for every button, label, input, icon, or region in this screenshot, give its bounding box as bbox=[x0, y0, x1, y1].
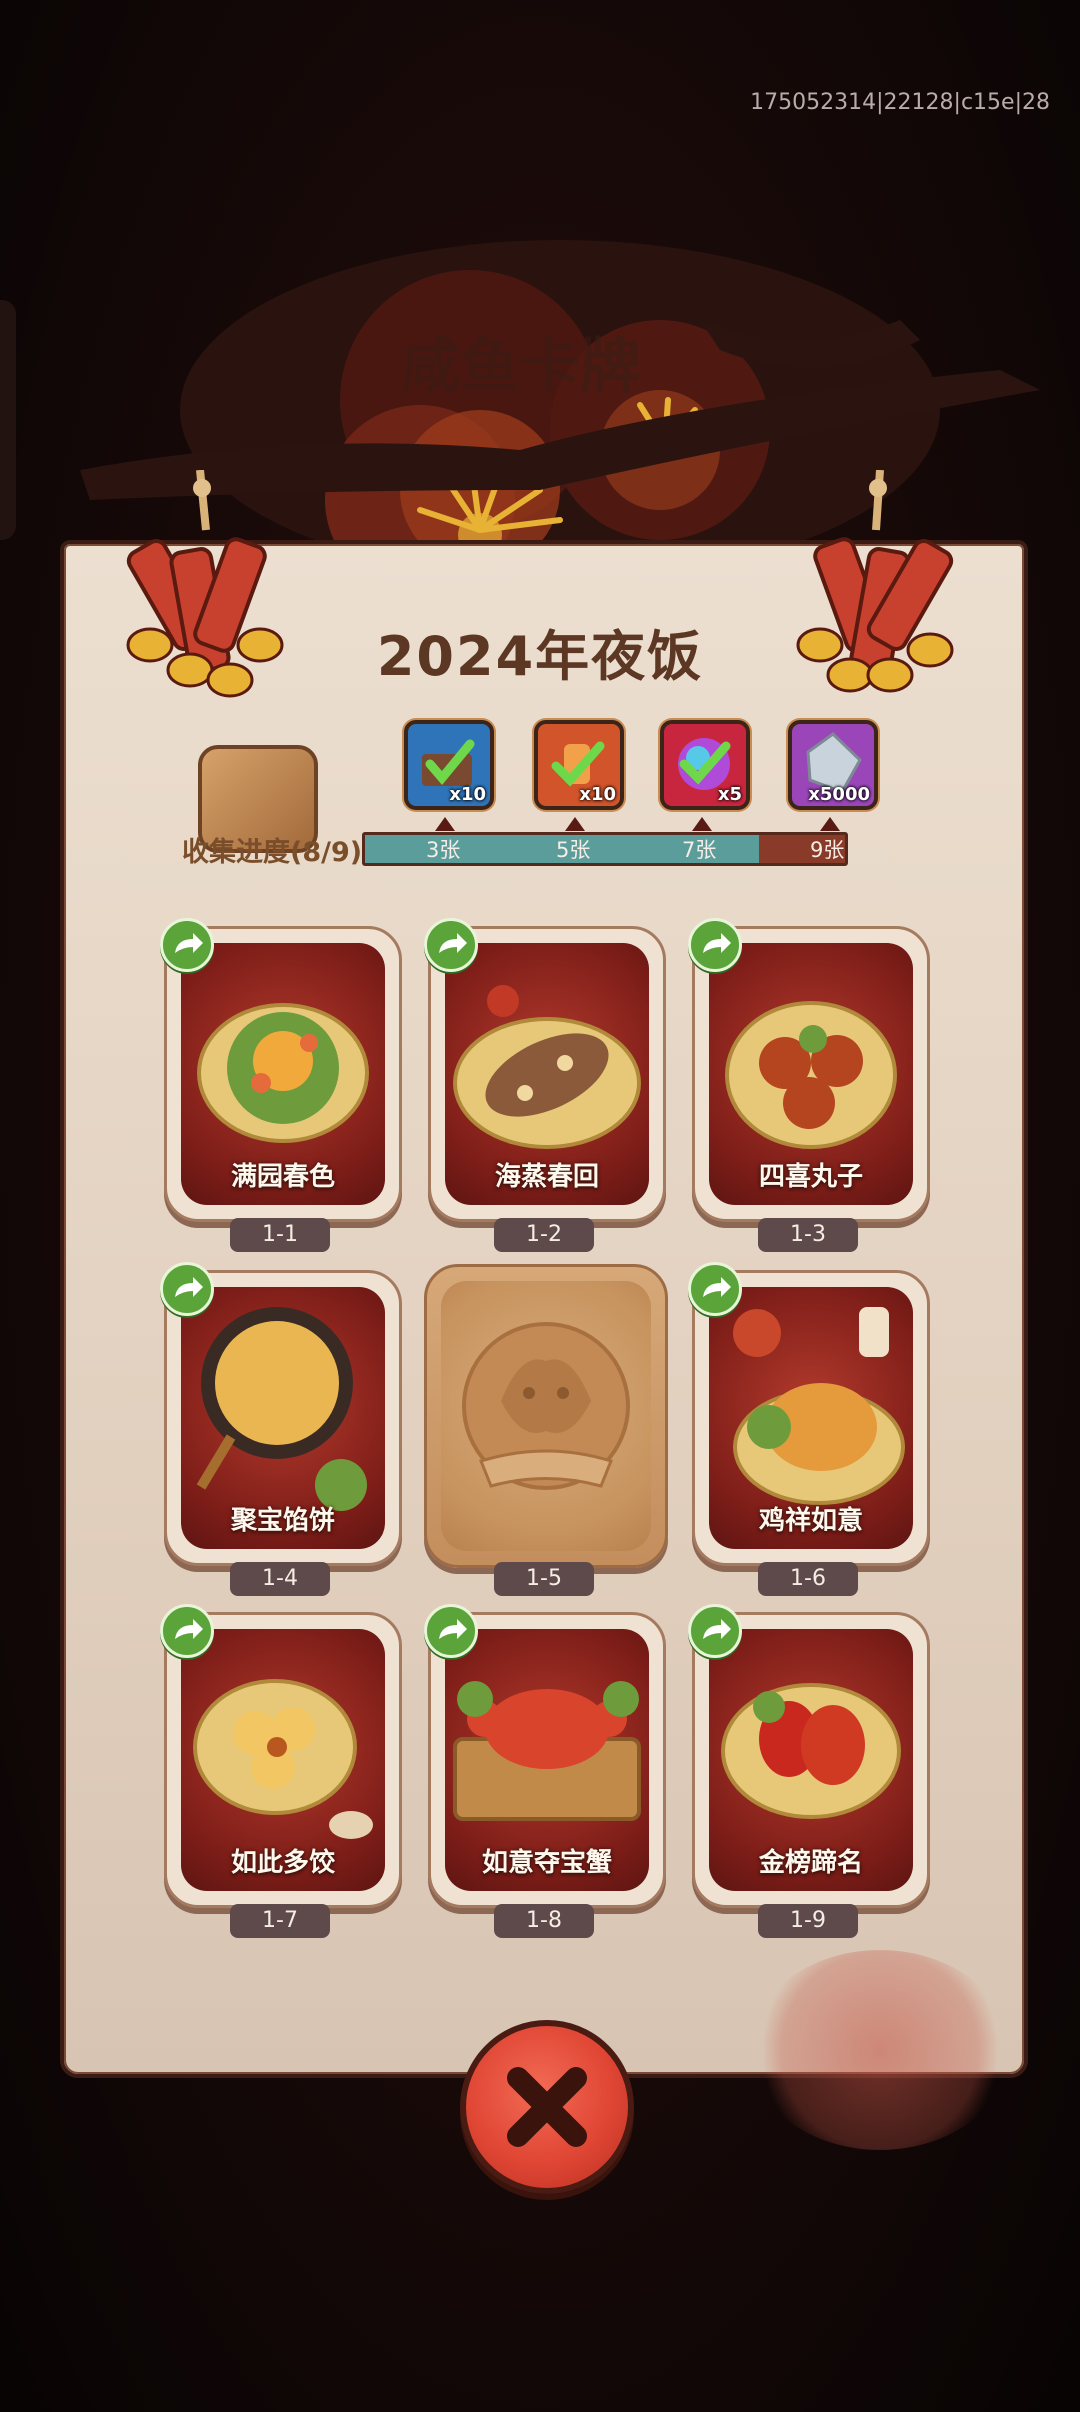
dish-card-1-2[interactable]: 海蒸春回 bbox=[428, 926, 666, 1222]
close-icon bbox=[507, 2067, 587, 2147]
milestone-label: 3张 bbox=[426, 838, 461, 862]
reward-treasure-chest[interactable]: x10 bbox=[404, 720, 494, 810]
card-number: 1-8 bbox=[494, 1904, 594, 1938]
card-number: 1-5 bbox=[494, 1562, 594, 1596]
dragon-emblem-icon bbox=[462, 1322, 630, 1490]
milestone-label: 7张 bbox=[682, 838, 717, 862]
dish-card-1-5-locked[interactable] bbox=[424, 1264, 668, 1568]
share-icon[interactable] bbox=[160, 1604, 214, 1658]
share-icon[interactable] bbox=[424, 1604, 478, 1658]
reward-purple-orb[interactable]: x5 bbox=[660, 720, 750, 810]
dish-name: 四喜丸子 bbox=[758, 1162, 863, 1192]
debug-info: 175052314|22128|c15e|28 bbox=[750, 90, 1050, 115]
close-button[interactable] bbox=[460, 2020, 634, 2194]
dish-name: 海蒸春回 bbox=[494, 1162, 599, 1192]
dish-card-1-3[interactable]: 四喜丸子 bbox=[692, 926, 930, 1222]
card-number: 1-1 bbox=[230, 1218, 330, 1252]
share-icon[interactable] bbox=[160, 918, 214, 972]
dish-card-1-4[interactable]: 聚宝馅饼 bbox=[164, 1270, 402, 1566]
dish-name: 金榜蹄名 bbox=[758, 1848, 863, 1878]
card-number: 1-7 bbox=[230, 1904, 330, 1938]
card-number: 1-6 bbox=[758, 1562, 858, 1596]
dish-card-1-6[interactable]: 鸡祥如意 bbox=[692, 1270, 930, 1566]
card-number: 1-3 bbox=[758, 1218, 858, 1252]
milestone-marker bbox=[820, 817, 840, 831]
dish-card-1-9[interactable]: 金榜蹄名 bbox=[692, 1612, 930, 1908]
card-number: 1-2 bbox=[494, 1218, 594, 1252]
dish-name: 满园春色 bbox=[230, 1162, 335, 1192]
page-title: 2024年夜饭 bbox=[376, 625, 704, 688]
milestone-label: 9张 bbox=[810, 838, 845, 862]
dish-name: 聚宝馅饼 bbox=[230, 1506, 335, 1536]
card-number: 1-4 bbox=[230, 1562, 330, 1596]
milestone-marker bbox=[692, 817, 712, 831]
dish-name: 鸡祥如意 bbox=[758, 1506, 863, 1536]
milestone-marker bbox=[565, 817, 585, 831]
reward-orange-key[interactable]: x10 bbox=[534, 720, 624, 810]
share-icon[interactable] bbox=[424, 918, 478, 972]
share-icon[interactable] bbox=[688, 918, 742, 972]
dish-card-1-1[interactable]: 满园春色 bbox=[164, 926, 402, 1222]
milestone-marker bbox=[435, 817, 455, 831]
dish-card-1-7[interactable]: 如此多饺 bbox=[164, 1612, 402, 1908]
share-icon[interactable] bbox=[688, 1262, 742, 1316]
banner-title: 咸鱼卡牌 bbox=[400, 332, 640, 402]
dish-name: 如意夺宝蟹 bbox=[481, 1848, 612, 1878]
share-icon[interactable] bbox=[688, 1604, 742, 1658]
share-icon[interactable] bbox=[160, 1262, 214, 1316]
dish-name: 如此多饺 bbox=[230, 1848, 335, 1878]
milestone-label: 5张 bbox=[556, 838, 591, 862]
card-number: 1-9 bbox=[758, 1904, 858, 1938]
collection-progress-label: 收集进度(8/9) bbox=[182, 837, 363, 868]
reward-silver-gem[interactable]: x5000 bbox=[788, 720, 878, 810]
dish-card-1-8[interactable]: 如意夺宝蟹 bbox=[428, 1612, 666, 1908]
seal-stamp-icon bbox=[750, 1950, 1010, 2150]
